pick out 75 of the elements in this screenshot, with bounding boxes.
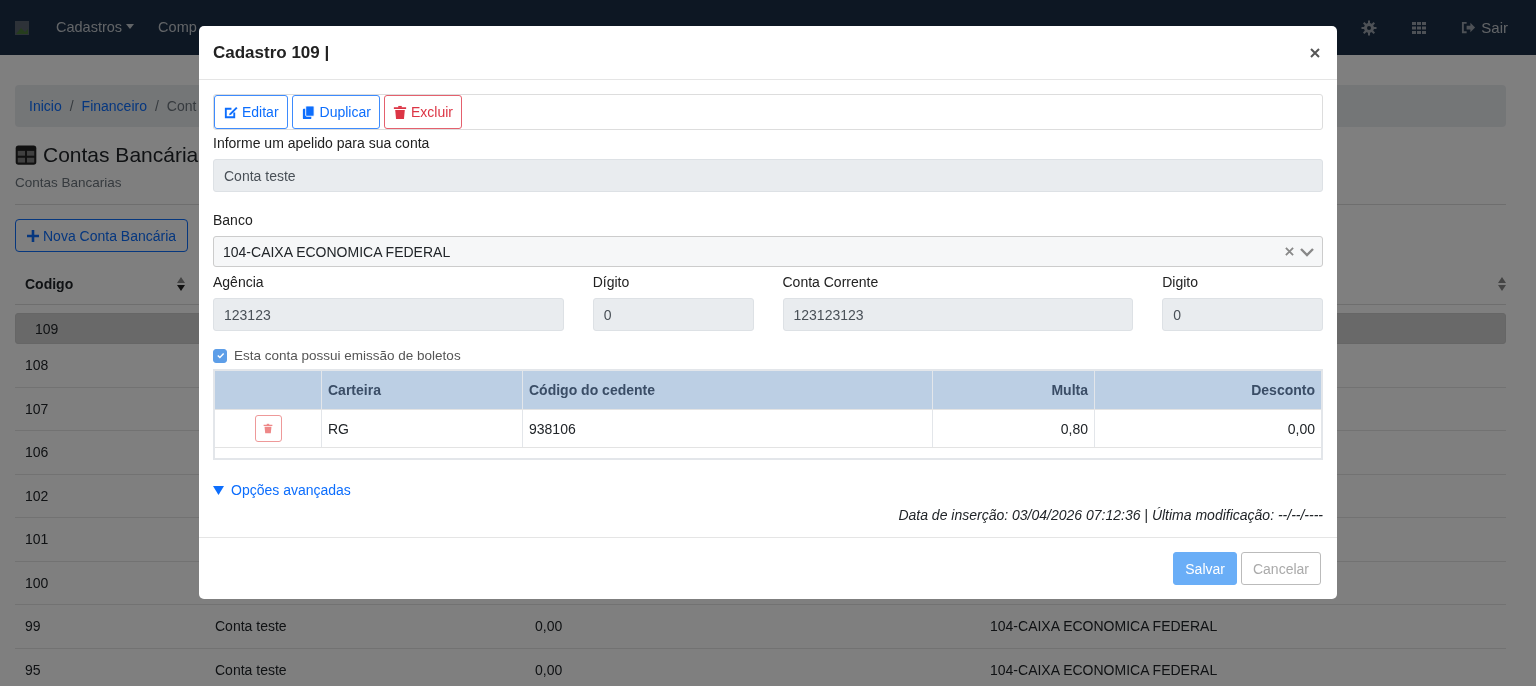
- plus-icon: [27, 229, 39, 242]
- bank-select[interactable]: 104-CAIXA ECONOMICA FEDERAL: [213, 236, 1323, 267]
- table-cell-text: 99: [24, 618, 42, 635]
- clear-icon[interactable]: [1285, 247, 1294, 256]
- input-field[interactable]: 123123: [213, 298, 564, 331]
- trash-icon: [263, 423, 273, 434]
- check-icon: [215, 351, 225, 360]
- column-header: Código do cedente: [523, 371, 933, 409]
- action-button[interactable]: Editar: [214, 95, 288, 129]
- column-header: Desconto: [1250, 381, 1316, 400]
- breadcrumb-link[interactable]: Financeiro: [81, 98, 147, 114]
- column-header: Carteira: [322, 371, 523, 409]
- field-label: Informe um apelido para sua conta: [213, 135, 431, 151]
- table-cell-text: 104-CAIXA ECONOMICA FEDERAL: [989, 618, 1218, 635]
- table-cell-text: 0,00: [534, 618, 564, 635]
- table-cell-text: 108: [24, 357, 50, 374]
- apps-grid-icon[interactable]: [1411, 19, 1428, 36]
- table-cell-text: 102: [24, 487, 50, 504]
- table-row[interactable]: 99 Conta teste 0,00 104-CAIXA ECONOMICA FEDERAL: [15, 605, 1506, 649]
- new-account-button[interactable]: Nova Conta Bancária: [15, 219, 189, 252]
- table-row[interactable]: 95 Conta teste 0,00 104-CAIXA ECONOMICA FEDERAL: [15, 648, 1506, 686]
- delete-row-button[interactable]: [254, 415, 282, 442]
- trash-icon: [392, 104, 407, 120]
- column-header: Multa: [933, 371, 1095, 409]
- logout-link[interactable]: Sair: [1461, 19, 1508, 36]
- table-cell-text: 104-CAIXA ECONOMICA FEDERAL: [989, 661, 1218, 678]
- table-cell-text: 0,00: [1286, 419, 1316, 439]
- table-cell-text: 0,00: [534, 661, 564, 678]
- breadcrumb-separator: /: [69, 98, 74, 114]
- sort-icon: [177, 277, 185, 291]
- table-icon: [15, 144, 37, 166]
- table-cell: RG: [322, 410, 523, 447]
- field-label: Digito: [1162, 274, 1199, 290]
- field-label: Agência: [213, 274, 265, 290]
- action-button[interactable]: Excluir: [383, 95, 462, 129]
- table-cell: 938106: [523, 410, 933, 447]
- advanced-options-toggle[interactable]: Opções avançadas: [213, 482, 1323, 498]
- input-field[interactable]: 0: [1162, 298, 1323, 331]
- table-cell-text: 107: [24, 400, 50, 417]
- table-cell-text: 106: [24, 444, 50, 461]
- page-title: Contas Bancária: [43, 143, 199, 167]
- page-subtitle: Contas Bancarias: [15, 175, 122, 190]
- edit-icon: [223, 104, 238, 120]
- chevron-down-icon[interactable]: [1300, 246, 1314, 257]
- table-cell-text: 101: [24, 531, 50, 548]
- nav-menu[interactable]: Cadastros: [56, 18, 135, 35]
- sort-icon: [1498, 277, 1506, 291]
- breadcrumb-separator: /: [154, 98, 159, 114]
- input-field[interactable]: 0: [592, 298, 754, 331]
- field-label: Banco: [213, 212, 254, 228]
- column-header[interactable]: Codigo: [15, 276, 185, 292]
- broken-image-icon: [14, 19, 30, 36]
- timestamps-text: Data de inserção: 03/04/2026 07:12:36 | Última modificação: --/--/----: [897, 507, 1323, 523]
- nav-menu[interactable]: Comp: [158, 18, 197, 35]
- breadcrumb-link[interactable]: Cont: [166, 98, 197, 114]
- copy-icon: [300, 104, 316, 120]
- table-cell-text: 100: [24, 574, 50, 591]
- breadcrumb-link[interactable]: Inicio: [29, 98, 62, 114]
- field-label: Dígito: [592, 274, 631, 290]
- modal-title: Cadastro 109 |: [213, 42, 330, 63]
- table-cell-text: Conta teste: [214, 618, 288, 635]
- table-cell-text: 109: [34, 320, 60, 337]
- field-label: Conta Corrente: [782, 274, 880, 290]
- action-button[interactable]: Duplicar: [291, 95, 380, 129]
- nickname-field[interactable]: Conta teste: [213, 159, 1323, 192]
- table-cell-text: Conta teste: [214, 661, 288, 678]
- table-cell: 0,80: [933, 410, 1095, 447]
- checkbox[interactable]: [213, 348, 227, 363]
- input-field[interactable]: 123123123: [782, 298, 1134, 331]
- triangle-icon: [213, 484, 224, 496]
- logout-icon: [1461, 20, 1477, 35]
- footer-button[interactable]: Cancelar: [1240, 552, 1321, 585]
- checkbox-label: Esta conta possui emissão de boletos: [234, 348, 461, 363]
- close-icon[interactable]: [1310, 47, 1320, 58]
- table-cell-text: 95: [24, 661, 42, 678]
